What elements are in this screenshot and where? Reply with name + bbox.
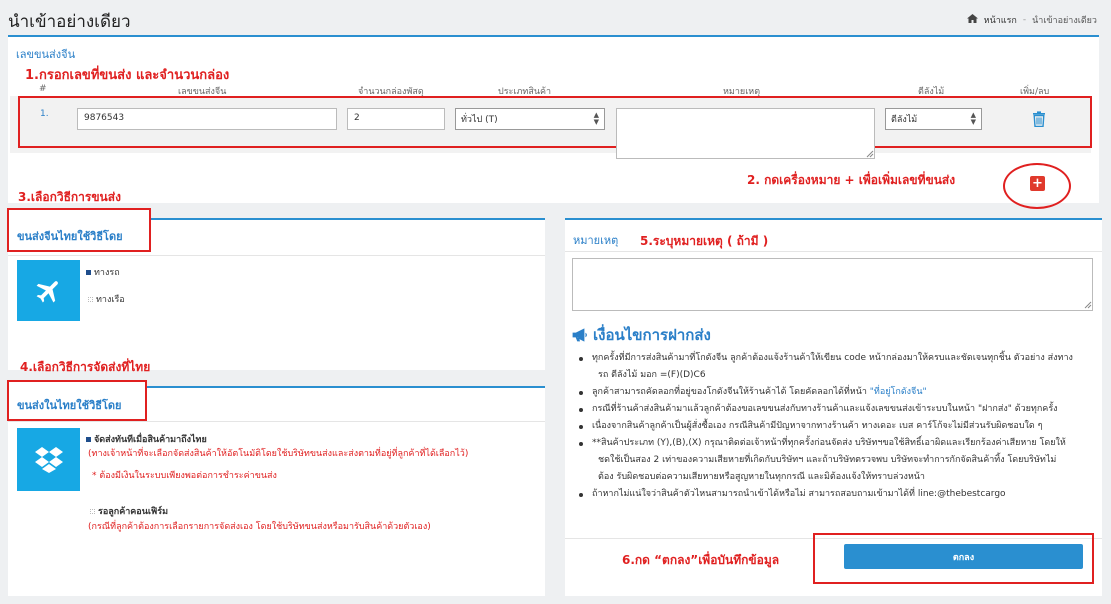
resize-grip-icon (866, 150, 874, 158)
china-shipping-title: ขนส่งจีนไทยใช้วิธีโดย (17, 230, 123, 243)
step6-annotation: 6.กด “ตกลง”เพื่อบันทึกข้อมูล (622, 553, 780, 567)
select-arrows-icon: ▲ ▼ (593, 111, 599, 126)
condition-item-continued: รถ ตีลังไม้ มอก =(F)(D)C6 (565, 367, 1100, 384)
breadcrumb-separator: - (1022, 15, 1027, 25)
condition-text: ชดใช้เป็นสอง 2 เท่าของความเสียหายที่เกิด… (598, 455, 1057, 465)
step5-annotation: 5.ระบุหมายเหตุ ( ถ้ามี ) (640, 234, 769, 248)
product-type-select[interactable]: ทั่วไป (T) ▲ ▼ (455, 108, 605, 130)
option-ship-label: ทางเรือ (96, 295, 125, 305)
conditions-title: เงื่อนไขการฝากส่ง (593, 326, 711, 344)
china-shipping-title-highlight: ขนส่งจีนไทยใช้วิธีโดย (7, 208, 151, 252)
remark-panel: หมายเหตุ 5.ระบุหมายเหตุ ( ถ้ามี ) เงื่อน… (565, 218, 1102, 596)
condition-item: ถ้าหากไม่แน่ใจว่าสินค้าตัวไหนสามารถนำเข้… (565, 486, 1100, 503)
condition-item-continued: ต้อง รับผิดชอบต่อความเสียหายหรือสูญหายใน… (565, 469, 1100, 486)
remark-textarea[interactable] (572, 258, 1093, 311)
panel-divider (565, 251, 1102, 252)
option-wait-confirm[interactable]: รอลูกค้าคอนเฟิร์ม (90, 504, 168, 518)
condition-item: กรณีที่ร้านค้าส่งสินค้ามาแล้วลูกค้าต้องข… (565, 401, 1100, 418)
add-row-button[interactable]: + (1030, 176, 1045, 191)
plus-icon: + (1032, 176, 1043, 191)
condition-text: ต้อง รับผิดชอบต่อความเสียหายหรือสูญหายใน… (598, 472, 925, 482)
radio-empty-icon (88, 296, 93, 302)
dropbox-icon (34, 446, 63, 473)
condition-item: ทุกครั้งที่มีการส่งสินค้ามาที่โกดังจีน ล… (565, 350, 1100, 367)
airplane-icon (36, 280, 58, 302)
product-type-value: ทั่วไป (T) (461, 115, 498, 125)
breadcrumb: หน้าแรก - นำเข้าอย่างเดียว (966, 13, 1097, 27)
condition-text: เนื่องจากสินค้าลูกค้าเป็นผู้สั่งซื้อเอง … (592, 421, 1043, 431)
step3-annotation: 3.เลือกวิธีการขนส่ง (18, 190, 121, 204)
condition-text: ลูกค้าสามารถคัดลอกที่อยู่ของโกดังจีนให้ร… (592, 387, 867, 397)
option-truck-label: ทางรถ (94, 268, 120, 278)
ship-immediately-note: (ทางเจ้าหน้าที่จะเลือกจัดส่งสินค้าให้อัต… (88, 449, 469, 459)
conditions-heading: เงื่อนไขการฝากส่ง (572, 323, 711, 347)
thai-shipping-title-highlight: ขนส่งในไทยใช้วิธีโดย (7, 380, 147, 421)
thai-shipping-icon-box (17, 428, 80, 491)
trash-icon[interactable] (1032, 111, 1046, 130)
china-shipping-icon-box (17, 260, 80, 321)
crate-select[interactable]: ตีลังไม้ ▲ ▼ (885, 108, 982, 130)
box-count-input[interactable]: 2 (347, 108, 445, 130)
breadcrumb-home[interactable]: หน้าแรก (984, 13, 1017, 27)
condition-text: ทุกครั้งที่มีการส่งสินค้ามาที่โกดังจีน ล… (592, 353, 1073, 363)
condition-item-continued: ชดใช้เป็นสอง 2 เท่าของความเสียหายที่เกิด… (565, 452, 1100, 469)
radio-checked-icon (86, 436, 91, 442)
china-warehouse-link[interactable]: "ที่อยู่โกดังจีน" (870, 387, 927, 397)
conditions-list: ทุกครั้งที่มีการส่งสินค้ามาที่โกดังจีน ล… (565, 350, 1100, 503)
condition-text: กรณีที่ร้านค้าส่งสินค้ามาแล้วลูกค้าต้องข… (592, 404, 1058, 414)
resize-grip-icon (1084, 301, 1092, 309)
breadcrumb-current: นำเข้าอย่างเดียว (1032, 16, 1097, 26)
condition-text: รถ ตีลังไม้ มอก =(F)(D)C6 (598, 370, 706, 380)
row-note-textarea[interactable] (616, 108, 875, 159)
wait-confirm-note: (กรณีที่ลูกค้าต้องการเลือกรายการจัดส่งเอ… (88, 522, 431, 532)
tracking-panel: เลขขนส่งจีน 1.กรอกเลขที่ขนส่ง และจำนวนกล… (8, 35, 1099, 209)
remark-title: หมายเหตุ (573, 234, 619, 247)
panel-divider (8, 421, 545, 422)
crate-value: ตีลังไม้ (891, 115, 918, 125)
tracking-panel-title: เลขขนส่งจีน (16, 48, 76, 61)
option-truck[interactable]: ทางรถ (86, 265, 120, 279)
thai-shipping-title: ขนส่งในไทยใช้วิธีโดย (17, 399, 122, 412)
condition-text: ถ้าหากไม่แน่ใจว่าสินค้าตัวไหนสามารถนำเข้… (592, 489, 1006, 499)
option-wait-confirm-label: รอลูกค้าคอนเฟิร์ม (98, 507, 169, 517)
option-ship[interactable]: ทางเรือ (88, 292, 125, 306)
radio-checked-icon (86, 269, 91, 275)
step4-annotation: 4.เลือกวิธีการจัดส่งที่ไทย (20, 360, 151, 374)
submit-button[interactable]: ตกลง (844, 544, 1083, 569)
balance-warning: * ต้องมีเงินในระบบเพียงพอต่อการชำระค่าขน… (92, 471, 277, 481)
step2-annotation: 2. กดเครื่องหมาย + เพื่อเพิ่มเลขที่ขนส่ง (747, 173, 956, 187)
col-index: # (39, 84, 47, 94)
radio-empty-icon (90, 508, 95, 514)
condition-item: ลูกค้าสามารถคัดลอกที่อยู่ของโกดังจีนให้ร… (565, 384, 1100, 401)
home-icon[interactable] (966, 14, 978, 26)
condition-text: **สินค้าประเภท (Y),(B),(X) กรุณาติดต่อเจ… (592, 438, 1066, 448)
option-ship-immediately-label: จัดส่งทันทีเมื่อสินค้ามาถึงไทย (94, 435, 207, 445)
select-arrows-icon: ▲ ▼ (970, 111, 976, 126)
condition-item: **สินค้าประเภท (Y),(B),(X) กรุณาติดต่อเจ… (565, 435, 1100, 452)
tracking-number-input[interactable]: 9876543 (77, 108, 337, 130)
panel-divider (8, 255, 545, 256)
step1-annotation: 1.กรอกเลขที่ขนส่ง และจำนวนกล่อง (25, 68, 230, 83)
row-index: 1. (40, 109, 49, 119)
megaphone-icon (572, 328, 587, 342)
page-title: นำเข้าอย่างเดียว (8, 12, 131, 32)
option-ship-immediately[interactable]: จัดส่งทันทีเมื่อสินค้ามาถึงไทย (86, 432, 207, 446)
condition-item: เนื่องจากสินค้าลูกค้าเป็นผู้สั่งซื้อเอง … (565, 418, 1100, 435)
